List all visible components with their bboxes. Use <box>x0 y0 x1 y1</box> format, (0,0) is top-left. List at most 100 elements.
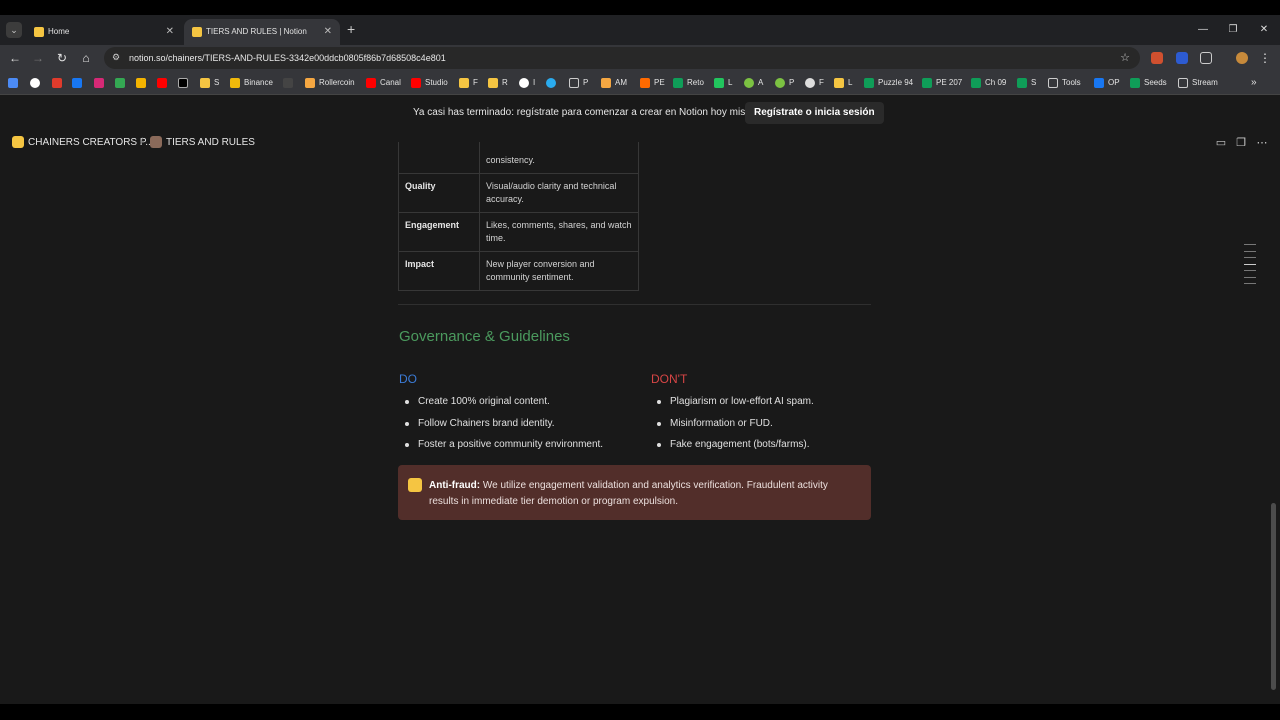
bookmark-icon[interactable] <box>94 71 108 95</box>
bookmark-pe[interactable]: PE <box>640 71 665 95</box>
banner-message: Ya casi has terminado: regístrate para c… <box>413 107 762 118</box>
list-item: Foster a positive community environment. <box>399 437 603 459</box>
bookmark-folder-stream[interactable]: Stream <box>1178 71 1218 95</box>
more-bookmarks-icon[interactable]: » <box>1251 71 1257 95</box>
bookmark-seeds[interactable]: Seeds <box>1130 71 1167 95</box>
bookmark-folder-tools[interactable]: Tools <box>1048 71 1081 95</box>
bookmark-rollercoin[interactable]: Rollercoin <box>305 71 355 95</box>
table-cell-key <box>398 142 480 174</box>
toc-line[interactable] <box>1244 277 1256 278</box>
list-item: Fake engagement (bots/farms). <box>651 437 814 459</box>
bookmark-l[interactable]: L <box>714 71 732 95</box>
tab-home[interactable]: Home ✕ <box>26 19 182 45</box>
bookmark-icon[interactable] <box>157 71 171 95</box>
signup-banner: Ya casi has terminado: regístrate para c… <box>0 96 1280 130</box>
bookmark-pe-207[interactable]: PE 207 <box>922 71 962 95</box>
list-item: Follow Chainers brand identity. <box>399 416 603 438</box>
toc-line[interactable] <box>1244 257 1256 258</box>
toc-line[interactable] <box>1244 270 1256 271</box>
bookmark-reto[interactable]: Reto <box>673 71 704 95</box>
toc-line-active[interactable] <box>1244 264 1256 265</box>
tab-tiers-and-rules[interactable]: TIERS AND RULES | Notion ✕ <box>184 19 340 45</box>
callout-body: We utilize engagement validation and ana… <box>429 480 828 507</box>
close-window-icon[interactable]: ✕ <box>1249 15 1279 45</box>
signup-button[interactable]: Regístrate o inicia sesión <box>745 102 884 124</box>
breadcrumb-current[interactable]: TIERS AND RULES <box>150 130 255 156</box>
bookmark-s2[interactable]: S <box>1017 71 1036 95</box>
anti-fraud-callout: Anti-fraud: We utilize engagement valida… <box>398 465 871 520</box>
bookmark-l2[interactable]: L <box>834 71 852 95</box>
bookmark-icon[interactable] <box>546 71 560 95</box>
reload-icon[interactable]: ↻ <box>53 49 71 67</box>
home-icon[interactable]: ⌂ <box>77 49 95 67</box>
bookmark-icon[interactable] <box>72 71 86 95</box>
bookmark-icon[interactable] <box>115 71 129 95</box>
back-icon[interactable]: ← <box>6 49 24 67</box>
bookmark-a[interactable]: A <box>744 71 763 95</box>
restore-icon[interactable]: ❐ <box>1218 15 1248 45</box>
bookmark-canal[interactable]: Canal <box>366 71 401 95</box>
extension-shield-icon[interactable] <box>1176 52 1188 64</box>
bookmark-f2[interactable]: F <box>805 71 824 95</box>
more-options-icon[interactable]: ⋯ <box>1254 135 1270 151</box>
bookmark-icon[interactable] <box>30 71 44 95</box>
notion-favicon-icon <box>192 27 202 37</box>
bookmark-am[interactable]: AM <box>601 71 627 95</box>
site-info-icon[interactable]: ⚙ <box>112 52 120 63</box>
bookmark-puzzle-94[interactable]: Puzzle 94 <box>864 71 913 95</box>
bookmark-ch-09[interactable]: Ch 09 <box>971 71 1006 95</box>
minimize-icon[interactable]: — <box>1188 15 1218 45</box>
do-list: Create 100% original content. Follow Cha… <box>399 394 603 459</box>
bookmark-binance[interactable]: Binance <box>230 71 273 95</box>
bookmark-icon[interactable] <box>136 71 150 95</box>
breadcrumb-parent[interactable]: CHAINERS CREATORS P... <box>12 130 154 156</box>
top-strip <box>0 0 1280 15</box>
callout-icon <box>408 478 422 492</box>
bookmark-icon[interactable] <box>178 71 192 95</box>
bookmark-folder-p[interactable]: P <box>569 71 588 95</box>
table-cell-value: New player conversion and community sent… <box>479 251 639 291</box>
bookmark-icon[interactable] <box>283 71 297 95</box>
table-cell-key: Impact <box>398 251 480 291</box>
table-row: Quality Visual/audio clarity and technic… <box>398 173 639 213</box>
bookmark-studio[interactable]: Studio <box>411 71 448 95</box>
do-heading: DO <box>399 372 417 386</box>
toc-line[interactable] <box>1244 251 1256 252</box>
new-tab-button[interactable]: + <box>347 18 355 40</box>
bookmark-r[interactable]: R <box>488 71 508 95</box>
bookmark-p[interactable]: P <box>775 71 794 95</box>
comments-icon[interactable]: ▭ <box>1213 135 1229 151</box>
bookmark-f[interactable]: F <box>459 71 478 95</box>
bookmarks-bar: S Binance Rollercoin Canal Studio F R I … <box>0 71 1280 95</box>
breadcrumb: CHAINERS CREATORS P... / TIERS AND RULES… <box>0 130 1280 156</box>
list-item: Misinformation or FUD. <box>651 416 814 438</box>
profile-avatar-icon[interactable] <box>1236 52 1248 64</box>
table-cell-value: consistency. <box>479 142 639 174</box>
forward-icon[interactable]: → <box>29 49 47 67</box>
toc-line[interactable] <box>1244 244 1256 245</box>
toc-line[interactable] <box>1244 283 1256 284</box>
close-tab-icon[interactable]: ✕ <box>324 19 332 45</box>
divider <box>398 304 871 305</box>
url-field[interactable]: ⚙ notion.so/chainers/TIERS-AND-RULES-334… <box>104 47 1140 69</box>
bookmark-s[interactable]: S <box>200 71 219 95</box>
close-tab-icon[interactable]: ✕ <box>166 19 174 45</box>
table-cell-key: Engagement <box>398 212 480 252</box>
bookmark-icon[interactable] <box>8 71 22 95</box>
bookmark-star-icon[interactable]: ☆ <box>1120 47 1130 69</box>
bookmark-op[interactable]: OP <box>1094 71 1120 95</box>
list-item: Plagiarism or low-effort AI spam. <box>651 394 814 416</box>
table-row: Engagement Likes, comments, shares, and … <box>398 212 639 252</box>
bookmark-i[interactable]: I <box>519 71 535 95</box>
bookmark-icon[interactable] <box>52 71 66 95</box>
dont-heading: DON'T <box>651 372 688 386</box>
tab-search-icon[interactable]: ⌄ <box>6 22 22 38</box>
callout-label: Anti-fraud: <box>429 480 481 491</box>
extension-fox-icon[interactable] <box>1151 52 1163 64</box>
duplicate-icon[interactable]: ❐ <box>1233 135 1249 151</box>
list-item: Create 100% original content. <box>399 394 603 416</box>
scrollbar-thumb[interactable] <box>1271 503 1276 690</box>
extensions-puzzle-icon[interactable] <box>1200 52 1212 64</box>
browser-menu-icon[interactable]: ⋮ <box>1256 49 1274 67</box>
breadcrumb-separator: / <box>140 137 143 148</box>
